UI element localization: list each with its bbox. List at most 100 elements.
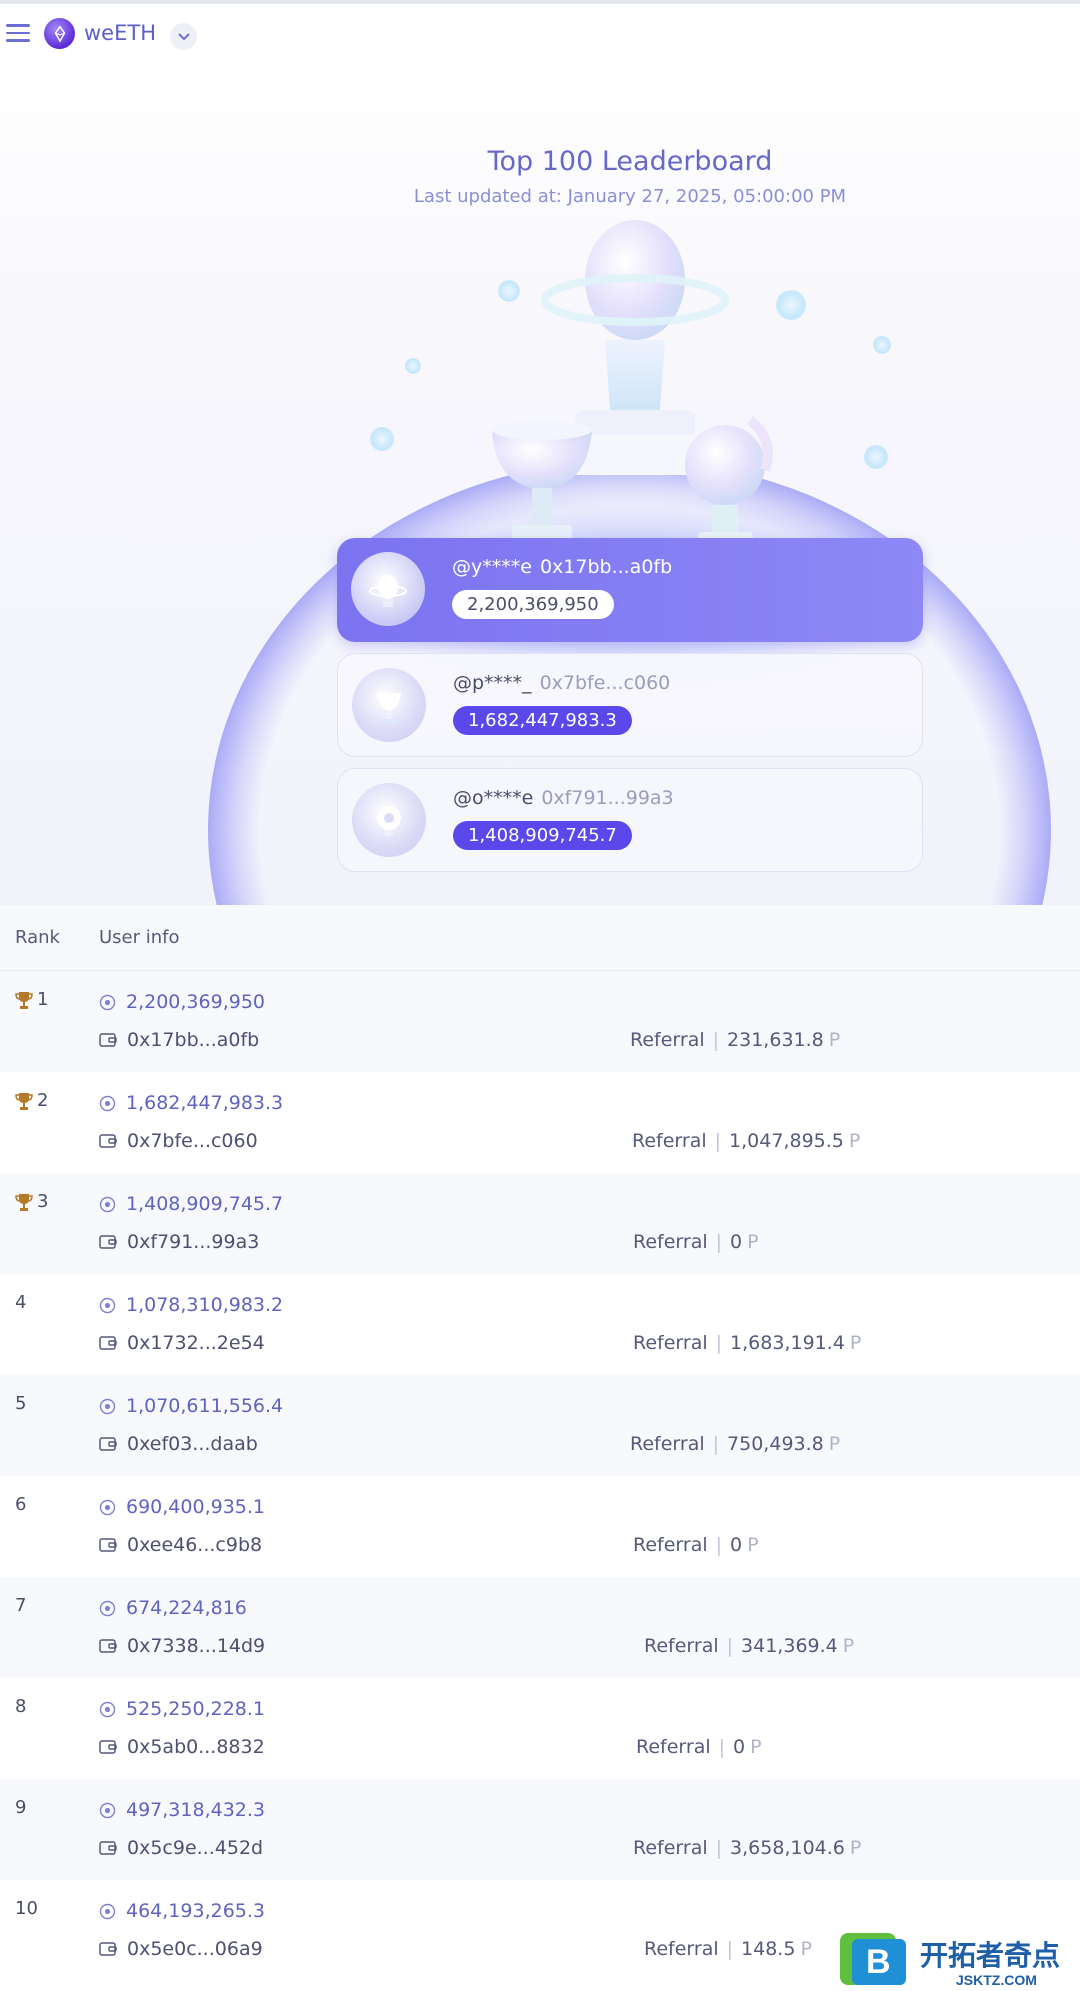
divider: | [712,1433,720,1455]
points-value: 1,408,909,745.7 [126,1193,284,1215]
referral-value: 0 [733,1736,746,1758]
referral-label: Referral [632,1130,707,1152]
watermark-letter: B [866,1943,891,1981]
podium-handle: @p****_ [453,672,532,694]
referral-value: 0 [730,1231,743,1253]
points-unit: P [800,1938,812,1960]
table-row[interactable]: 1 2,200,369,950 0x17bb...a0fb Referral | 231,… [0,971,1080,1072]
trophy-icon [15,991,33,1009]
referral-value: 750,493.8 [727,1433,824,1455]
rank-cell: 8 [15,1696,26,1717]
podium-user: @p****_ 0x7bfe...c060 [453,672,670,694]
leaderboard-table: 1 2,200,369,950 0x17bb...a0fb Referral | 231,… [0,971,1080,1981]
wallet-address[interactable]: 0x17bb...a0fb [127,1029,259,1051]
rank-cell: 1 [15,989,48,1010]
points-icon [99,1095,116,1111]
hamburger-menu-icon[interactable] [6,24,30,42]
divider: | [718,1736,726,1758]
wallet-address[interactable]: 0x5c9e...452d [127,1837,263,1859]
rank-cell: 5 [15,1393,26,1414]
wallet-icon [99,1336,117,1350]
referral-label: Referral [633,1837,708,1859]
wallet-icon [99,1942,117,1956]
referral-value: 1,683,191.4 [730,1332,845,1354]
podium-user: @y****e 0x17bb...a0fb [452,556,672,578]
points-unit: P [750,1736,762,1758]
points-icon [99,1297,116,1313]
podium-card-1[interactable]: @y****e 0x17bb...a0fb 2,200,369,950 [337,538,923,642]
wallet-address[interactable]: 0x5ab0...8832 [127,1736,265,1758]
app-header: weETH [0,4,1080,60]
token-selector-chevron-down-icon[interactable] [170,23,197,50]
points-value: 1,070,611,556.4 [126,1395,284,1417]
rank-number: 1 [37,989,49,1010]
wallet-icon [99,1437,117,1451]
rank-cell: 2 [15,1090,48,1111]
divider: | [715,1332,723,1354]
podium-handle: @y****e [452,556,532,578]
wallet-icon [99,1740,117,1754]
referral-label: Referral [644,1635,719,1657]
wallet-address[interactable]: 0x5e0c...06a9 [127,1938,263,1960]
rank-cell: 4 [15,1292,26,1313]
points-value: 690,400,935.1 [126,1496,266,1518]
table-row[interactable]: 4 1,078,310,983.2 0x1732...2e54 Referral | 1,… [0,1274,1080,1375]
points-line: 1,682,447,983.3 [99,1092,283,1114]
avatar [352,668,426,742]
wallet-address[interactable]: 0xee46...c9b8 [127,1534,262,1556]
wallet-icon [99,1134,117,1148]
address-line: 0x7bfe...c060 [99,1130,258,1152]
decorative-bubble [864,445,888,469]
points-value: 464,193,265.3 [126,1900,266,1922]
points-value: 2,200,369,950 [126,991,266,1013]
avatar [352,783,426,857]
wallet-address[interactable]: 0xef03...daab [127,1433,258,1455]
referral-value: 148.5 [741,1938,796,1960]
table-row[interactable]: 5 1,070,611,556.4 0xef03...daab Referral | 75… [0,1375,1080,1476]
referral-info: Referral | 231,631.8 P [630,1029,840,1051]
points-icon [99,1499,116,1515]
table-row[interactable]: 8 525,250,228.1 0x5ab0...8832 Referral | 0 P [0,1678,1080,1779]
table-row[interactable]: 6 690,400,935.1 0xee46...c9b8 Referral | 0 P [0,1476,1080,1577]
points-value: 1,078,310,983.2 [126,1294,284,1316]
points-unit: P [849,1837,862,1859]
points-value: 525,250,228.1 [126,1698,266,1720]
points-value: 674,224,816 [126,1597,247,1619]
address-line: 0x5e0c...06a9 [99,1938,263,1960]
points-icon [99,1398,116,1414]
wallet-icon [99,1538,117,1552]
points-icon [99,1802,116,1818]
rank-number: 2 [37,1090,49,1111]
podium-card-3[interactable]: @o****e 0xf791...99a3 1,408,909,745.7 [337,768,923,872]
wallet-address[interactable]: 0x7bfe...c060 [127,1130,258,1152]
table-row[interactable]: 7 674,224,816 0x7338...14d9 Referral | 341,36… [0,1577,1080,1678]
wallet-address[interactable]: 0xf791...99a3 [127,1231,259,1253]
rank-cell: 9 [15,1797,26,1818]
address-line: 0x7338...14d9 [99,1635,265,1657]
points-line: 525,250,228.1 [99,1698,265,1720]
table-row[interactable]: 3 1,408,909,745.7 0xf791...99a3 Referral | 0 P [0,1173,1080,1274]
points-line: 1,070,611,556.4 [99,1395,283,1417]
points-unit: P [828,1433,841,1455]
referral-label: Referral [630,1433,705,1455]
referral-info: Referral | 750,493.8 P [630,1433,840,1455]
watermark-cn-text: 开拓者奇点 [920,1939,1060,1972]
referral-value: 231,631.8 [727,1029,824,1051]
address-line: 0x5c9e...452d [99,1837,263,1859]
referral-info: Referral | 3,658,104.6 P [633,1837,861,1859]
points-line: 1,078,310,983.2 [99,1294,283,1316]
wallet-address[interactable]: 0x1732...2e54 [127,1332,265,1354]
divider: | [715,1534,723,1556]
wallet-icon [99,1639,117,1653]
referral-info: Referral | 1,683,191.4 P [633,1332,861,1354]
table-row[interactable]: 2 1,682,447,983.3 0x7bfe...c060 Referral | 1,… [0,1072,1080,1173]
decorative-bubble [405,358,421,374]
referral-value: 341,369.4 [741,1635,838,1657]
podium-card-2[interactable]: @p****_ 0x7bfe...c060 1,682,447,983.3 [337,653,923,757]
wallet-address[interactable]: 0x7338...14d9 [127,1635,265,1657]
referral-info: Referral | 148.5 P [644,1938,812,1960]
trophies-illustration-icon [492,220,773,546]
table-row[interactable]: 9 497,318,432.3 0x5c9e...452d Referral | 3,65… [0,1779,1080,1880]
wallet-icon [99,1841,117,1855]
token-name[interactable]: weETH [84,21,156,45]
